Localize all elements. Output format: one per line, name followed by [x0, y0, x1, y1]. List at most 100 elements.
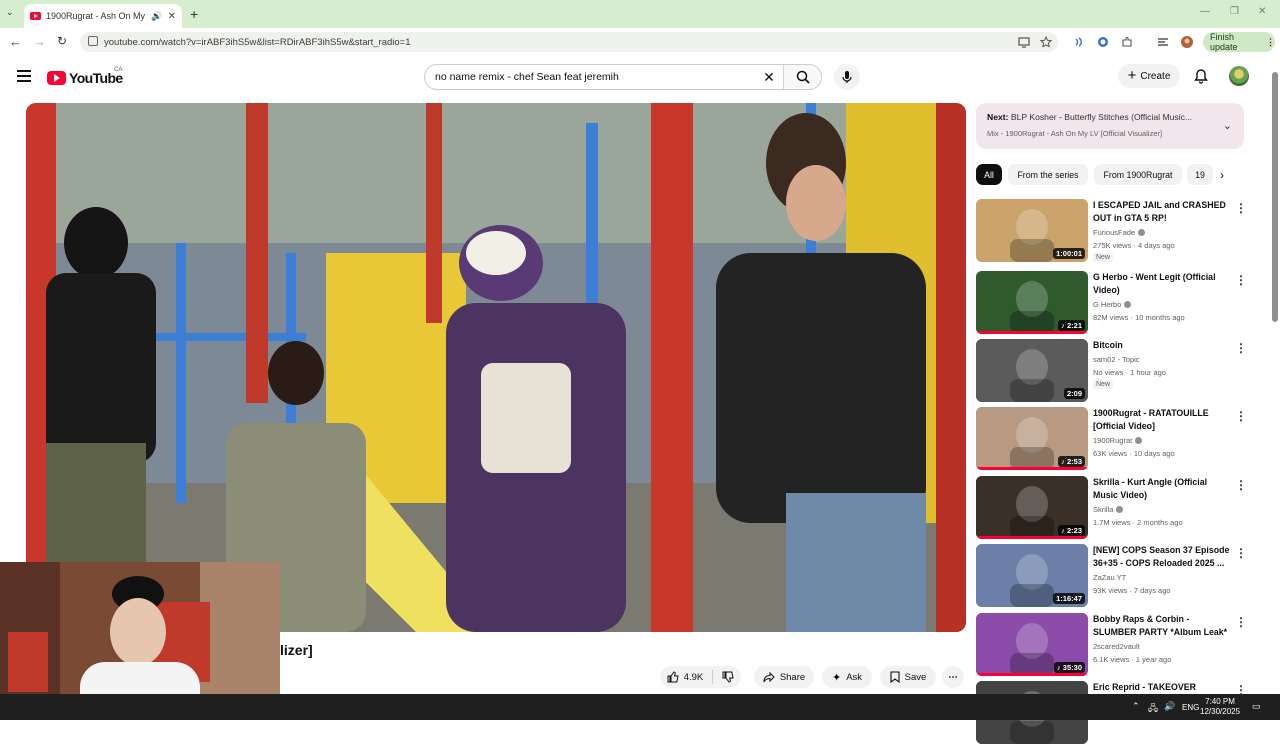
profile-avatar-icon[interactable] — [1181, 36, 1193, 48]
create-button[interactable]: + Create — [1118, 64, 1180, 88]
browser-tab-active[interactable]: 1900Rugrat - Ash On My LV 🔊 ✕ — [24, 4, 182, 28]
recommended-video-item[interactable]: ♪ 2:23 Skrilla - Kurt Angle (Official Mus… — [976, 476, 1266, 540]
back-arrow-icon[interactable]: ← — [9, 34, 22, 49]
channel-name[interactable]: Skrilla — [1093, 503, 1124, 516]
video-player[interactable] — [26, 103, 966, 632]
scrollbar-thumb[interactable] — [1272, 72, 1278, 322]
video-thumbnail[interactable]: ♪ 2:53 — [976, 407, 1088, 470]
guide-menu-icon[interactable] — [17, 70, 31, 82]
extension-audio-icon[interactable] — [1073, 36, 1085, 48]
recommended-video-title[interactable]: Bobby Raps & Corbin - SLUMBER PARTY *Alb… — [1093, 613, 1230, 639]
site-info-icon[interactable] — [88, 36, 98, 46]
channel-name-text: 2scared2vault — [1093, 642, 1140, 651]
channel-name[interactable]: FuriousFade — [1093, 226, 1146, 239]
finish-update-button[interactable]: Finish update ⋮ — [1203, 32, 1275, 52]
clear-search-icon[interactable]: ✕ — [755, 69, 783, 86]
save-button[interactable]: Save — [880, 666, 936, 688]
reading-list-icon[interactable] — [1157, 36, 1169, 48]
recommended-video-title[interactable]: Skrilla - Kurt Angle (Official Music Vid… — [1093, 476, 1230, 502]
recommended-video-item[interactable]: 2:09 Bitcoin sam02 - Topic No views · 1 hou… — [976, 339, 1266, 403]
video-thumbnail[interactable]: 1:00:01 — [976, 199, 1088, 262]
more-vertical-icon[interactable]: ⋮ — [1235, 615, 1247, 629]
recommended-video-title[interactable]: I ESCAPED JAIL and CRASHED OUT in GTA 5 … — [1093, 199, 1230, 225]
video-stats: 6.1K views · 1 year ago — [1093, 655, 1172, 664]
up-next-panel[interactable]: Next: BLP Kosher - Butterfly Stitches (O… — [976, 103, 1244, 149]
video-stats: 63K views · 10 days ago — [1093, 449, 1175, 458]
notifications-icon[interactable]: ▭ — [1252, 701, 1261, 712]
voice-search-button[interactable] — [834, 64, 860, 90]
recommended-video-title[interactable]: 1900Rugrat - RATATOUILLE [Official Video… — [1093, 407, 1230, 433]
channel-name[interactable]: 2scared2vault — [1093, 640, 1140, 653]
recommended-video-title[interactable]: [NEW] COPS Season 37 Episode 36+35 - COP… — [1093, 544, 1230, 570]
youtube-header: YouTube CA no name remix - chef Sean fea… — [0, 56, 1280, 98]
search-button[interactable] — [783, 65, 821, 89]
channel-name[interactable]: ZaZau YT — [1093, 571, 1126, 584]
bookmark-star-icon[interactable] — [1040, 36, 1052, 48]
more-vertical-icon[interactable]: ⋮ — [1235, 273, 1247, 287]
notifications-bell-icon[interactable] — [1193, 68, 1209, 84]
chevron-down-icon[interactable]: ⌄ — [1223, 119, 1232, 132]
like-count[interactable]: 4.9K — [684, 672, 704, 683]
channel-name[interactable]: G Herbo — [1093, 298, 1132, 311]
like-thumb-up-icon[interactable] — [667, 671, 679, 683]
more-vertical-icon[interactable]: ⋮ — [1235, 341, 1247, 355]
channel-name[interactable]: 1900Rugrat — [1093, 434, 1143, 447]
chip-filter[interactable]: From 1900Rugrat — [1094, 164, 1182, 185]
volume-icon[interactable]: 🔊 — [1164, 701, 1175, 712]
more-vertical-icon[interactable]: ⋮ — [1235, 478, 1247, 492]
tab-search-chevron-icon[interactable]: ⌄ — [6, 7, 14, 18]
forward-arrow-icon[interactable]: → — [33, 34, 46, 49]
video-thumbnail[interactable]: 1:16:47 — [976, 544, 1088, 607]
reload-icon[interactable]: ↻ — [57, 34, 67, 48]
video-thumbnail[interactable]: ♪ 35:30 — [976, 613, 1088, 676]
recommended-video-title[interactable]: G Herbo - Went Legit (Official Video) — [1093, 271, 1230, 297]
share-button[interactable]: Share — [754, 666, 814, 688]
new-tab-plus-icon[interactable]: + — [190, 6, 198, 22]
recommended-video-item[interactable]: ♪ 2:21 G Herbo - Went Legit (Official Vid… — [976, 271, 1266, 335]
close-window-icon[interactable]: ✕ — [1258, 6, 1266, 17]
more-vertical-icon[interactable]: ⋮ — [1235, 409, 1247, 423]
more-actions-button[interactable]: ⋯ — [942, 666, 964, 688]
address-bar[interactable]: youtube.com/watch?v=irABF3ihS5w&list=RDi… — [80, 32, 1058, 52]
tray-expand-icon[interactable]: ⌃ — [1132, 701, 1140, 712]
recommended-video-item[interactable]: 1:00:01 I ESCAPED JAIL and CRASHED OUT in… — [976, 199, 1266, 263]
channel-name[interactable]: sam02 - Topic — [1093, 353, 1140, 366]
duration-badge: ♪ 2:53 — [1058, 456, 1085, 467]
chip-filter[interactable]: 19 — [1187, 164, 1213, 185]
save-label: Save — [904, 671, 927, 683]
tab-close-icon[interactable]: ✕ — [168, 11, 176, 22]
extensions-puzzle-icon[interactable] — [1121, 36, 1133, 48]
ask-button[interactable]: ✦ Ask — [822, 666, 872, 688]
recommended-video-title[interactable]: Eric Reprid - TAKEOVER — [1093, 681, 1230, 694]
video-thumbnail[interactable]: ♪ 2:23 — [976, 476, 1088, 539]
new-badge: New — [1093, 380, 1114, 389]
recommended-video-item[interactable]: ♪ 35:30 Bobby Raps & Corbin - SLUMBER PAR… — [976, 613, 1266, 677]
maximize-window-icon[interactable]: ❐ — [1230, 6, 1239, 17]
account-avatar[interactable] — [1229, 66, 1249, 86]
taskbar-clock[interactable]: 7:40 PM 12/30/2025 — [1200, 697, 1240, 717]
browser-menu-icon[interactable]: ⋮ — [1266, 37, 1275, 48]
more-vertical-icon[interactable]: ⋮ — [1235, 546, 1247, 560]
clock-date: 12/30/2025 — [1200, 707, 1241, 716]
chevron-right-icon[interactable]: › — [1220, 168, 1224, 182]
video-thumbnail[interactable]: ♪ 2:21 — [976, 271, 1088, 334]
recommended-video-title[interactable]: Bitcoin — [1093, 339, 1230, 352]
watch-progress-bar — [976, 331, 1088, 334]
network-icon[interactable]: 🖧 — [1148, 701, 1158, 717]
video-thumbnail[interactable]: 2:09 — [976, 339, 1088, 402]
page-scrollbar[interactable] — [1268, 62, 1280, 694]
chip-all[interactable]: All — [976, 164, 1002, 185]
youtube-logo[interactable]: YouTube — [47, 70, 123, 86]
tab-audio-icon[interactable]: 🔊 — [151, 11, 162, 22]
language-indicator[interactable]: ENG — [1182, 703, 1199, 712]
dislike-thumb-down-icon[interactable] — [722, 671, 734, 683]
recommended-video-item[interactable]: ♪ 2:53 1900Rugrat - RATATOUILLE [Official… — [976, 407, 1266, 471]
more-vertical-icon[interactable]: ⋮ — [1235, 201, 1247, 215]
chip-filter[interactable]: From the series — [1008, 164, 1088, 185]
minimize-window-icon[interactable]: — — [1200, 6, 1210, 17]
extension-globe-icon[interactable] — [1097, 36, 1109, 48]
search-input[interactable]: no name remix - chef Sean feat jeremih — [425, 71, 755, 83]
recommended-video-item[interactable]: 1:16:47 [NEW] COPS Season 37 Episode 36+3… — [976, 544, 1266, 608]
video-stats: 93K views · 7 days ago — [1093, 586, 1171, 595]
install-app-icon[interactable] — [1018, 36, 1030, 48]
